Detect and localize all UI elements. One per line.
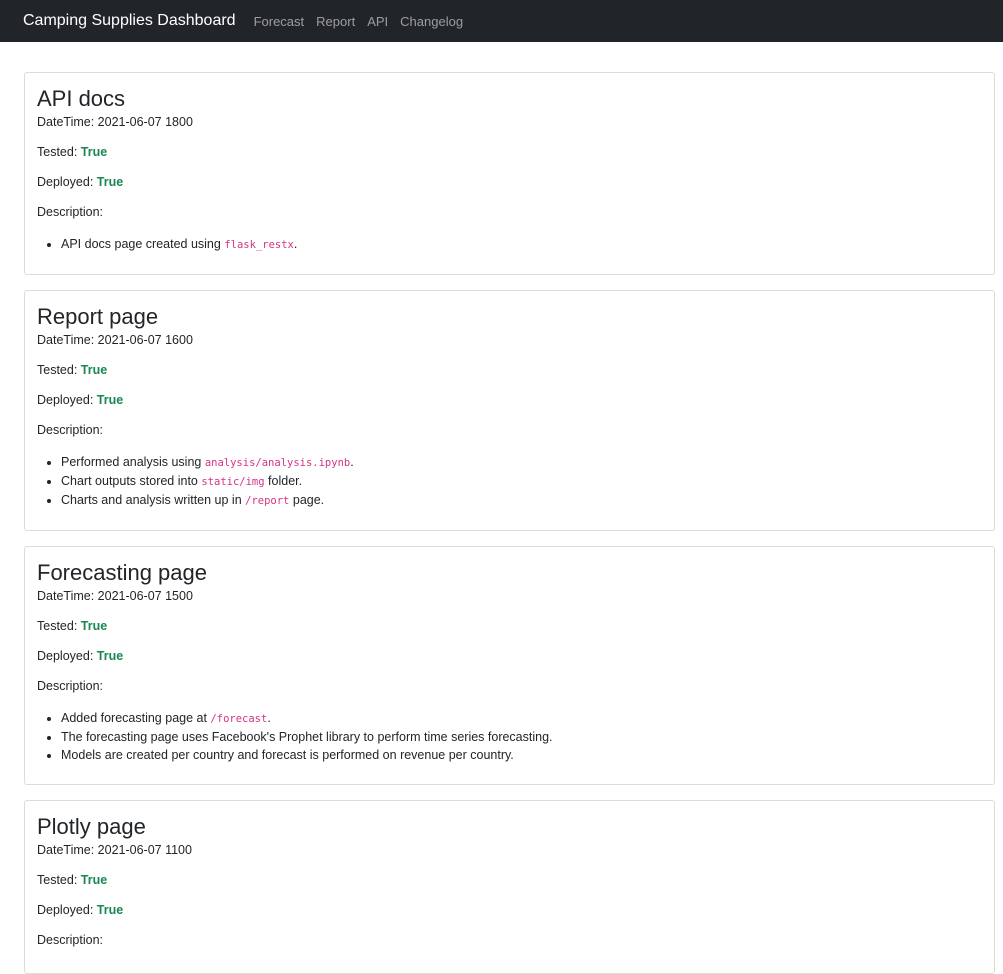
code-snippet: /forecast (210, 713, 268, 725)
item-text: page. (289, 493, 325, 507)
changelog-card: API docs DateTime: 2021-06-07 1800 Tested:… (24, 72, 995, 275)
entry-tested: Tested: True (37, 873, 982, 887)
entry-deployed-value: True (96, 175, 124, 189)
list-item: Chart outputs stored into static/img fol… (61, 472, 982, 491)
changelog-card: Report page DateTime: 2021-06-07 1600 Test… (24, 290, 995, 531)
list-item: Added forecasting page at /forecast. (61, 709, 982, 728)
entry-datetime-label: DateTime: (37, 843, 98, 857)
entry-datetime: DateTime: 2021-06-07 1600 (37, 333, 982, 347)
changelog-card: Forecasting page DateTime: 2021-06-07 150… (24, 546, 995, 785)
item-text: Charts and analysis written up in (61, 493, 246, 507)
item-text: Chart outputs stored into (61, 474, 202, 488)
entry-description-label: Description: (37, 423, 103, 437)
entry-title: Plotly page (37, 814, 146, 839)
entry-datetime-label: DateTime: (37, 115, 98, 129)
entry-title: Report page (37, 304, 159, 329)
item-text: . (350, 455, 354, 469)
entry-deployed-label: Deployed: (37, 903, 97, 917)
entry-deployed-value: True (96, 649, 124, 663)
description-list: API docs page created using flask_restx. (37, 235, 982, 254)
item-text: Performed analysis using (61, 455, 205, 469)
changelog-list: API docs DateTime: 2021-06-07 1800 Tested:… (0, 42, 1003, 974)
entry-datetime: DateTime: 2021-06-07 1500 (37, 589, 982, 603)
item-text: . (293, 237, 298, 251)
entry-tested: Tested: True (37, 363, 982, 377)
entry-datetime-label: DateTime: (37, 589, 98, 603)
nav-link-api[interactable]: API (367, 14, 388, 29)
entry-deployed: Deployed: True (37, 649, 982, 663)
list-item: API docs page created using flask_restx. (61, 235, 982, 254)
entry-tested-label: Tested: (37, 619, 81, 633)
entry-tested-label: Tested: (37, 873, 81, 887)
entry-tested-value: True (80, 619, 108, 633)
brand-link[interactable]: Camping Supplies Dashboard (23, 12, 236, 30)
entry-description: Description: (37, 933, 982, 947)
code-snippet: analysis/analysis.ipynb (204, 457, 351, 469)
code-snippet: /report (245, 495, 290, 507)
entry-deployed-label: Deployed: (37, 393, 97, 407)
entry-datetime-value: 2021-06-07 1500 (97, 589, 193, 603)
item-text: folder. (264, 474, 303, 488)
item-text: Models are created per country and forec… (61, 748, 514, 762)
item-text: . (267, 711, 271, 725)
top-navbar: Camping Supplies Dashboard Forecast Repo… (0, 0, 1003, 42)
entry-tested-value: True (80, 145, 108, 159)
entry-deployed-value: True (96, 393, 124, 407)
nav-link-report[interactable]: Report (316, 14, 355, 29)
entry-description: Description: (37, 205, 982, 219)
description-list: Performed analysis using analysis/analys… (37, 453, 982, 510)
entry-title: API docs (37, 86, 126, 111)
entry-description: Description: (37, 679, 982, 693)
entry-datetime-value: 2021-06-07 1100 (97, 843, 192, 857)
entry-deployed-label: Deployed: (37, 175, 97, 189)
entry-deployed-label: Deployed: (37, 649, 97, 663)
item-text: Added forecasting page at (61, 711, 211, 725)
entry-deployed: Deployed: True (37, 393, 982, 407)
changelog-card: Plotly page DateTime: 2021-06-07 1100 Test… (24, 800, 995, 974)
entry-datetime: DateTime: 2021-06-07 1100 (37, 843, 982, 857)
entry-tested-label: Tested: (37, 363, 81, 377)
list-item: Models are created per country and forec… (61, 746, 982, 764)
entry-description-label: Description: (37, 933, 103, 947)
list-item: Charts and analysis written up in /repor… (61, 491, 982, 510)
entry-datetime-value: 2021-06-07 1800 (97, 115, 193, 129)
entry-description-label: Description: (37, 679, 103, 693)
entry-tested: Tested: True (37, 145, 982, 159)
nav-link-changelog[interactable]: Changelog (400, 14, 463, 29)
item-text: The forecasting page uses Facebook's Pro… (61, 730, 553, 744)
entry-tested: Tested: True (37, 619, 982, 633)
list-item: Performed analysis using analysis/analys… (61, 453, 982, 472)
entry-datetime-value: 2021-06-07 1600 (97, 333, 193, 347)
code-snippet: flask_restx (224, 239, 294, 251)
item-text: API docs page created using (61, 237, 225, 251)
entry-title: Forecasting page (37, 560, 207, 585)
entry-deployed-value: True (96, 903, 124, 917)
entry-tested-label: Tested: (37, 145, 81, 159)
entry-deployed: Deployed: True (37, 903, 982, 917)
nav-link-forecast[interactable]: Forecast (254, 14, 305, 29)
list-item: The forecasting page uses Facebook's Pro… (61, 728, 982, 746)
entry-tested-value: True (80, 873, 108, 887)
description-list: Added forecasting page at /forecast. The … (37, 709, 982, 764)
entry-datetime: DateTime: 2021-06-07 1800 (37, 115, 982, 129)
entry-tested-value: True (80, 363, 108, 377)
entry-datetime-label: DateTime: (37, 333, 98, 347)
code-snippet: static/img (201, 476, 265, 488)
entry-description: Description: (37, 423, 982, 437)
entry-deployed: Deployed: True (37, 175, 982, 189)
entry-description-label: Description: (37, 205, 103, 219)
